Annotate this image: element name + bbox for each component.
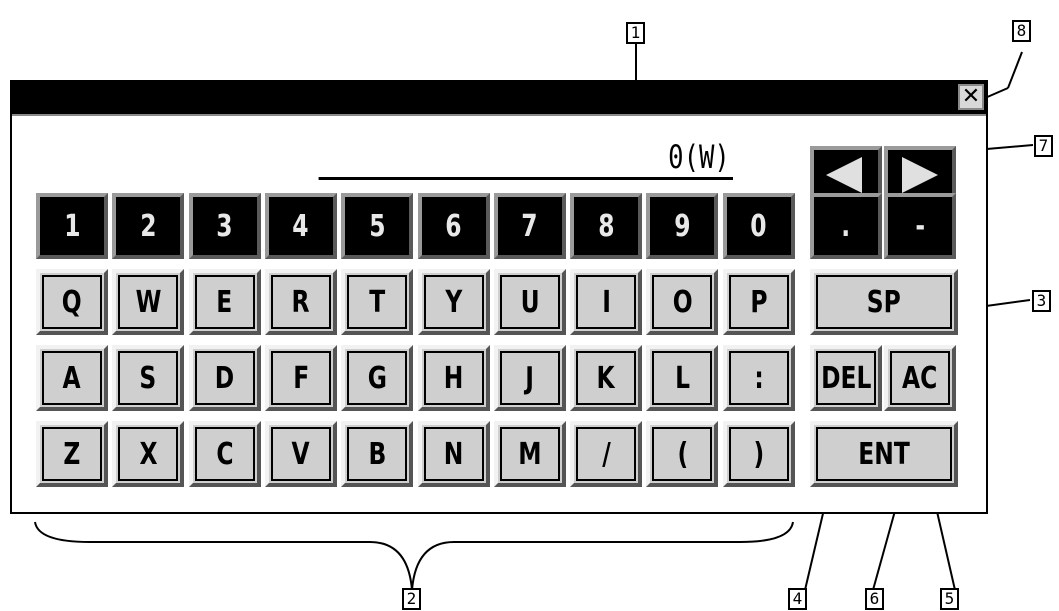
key-row-z-8[interactable]: /	[570, 421, 643, 487]
key-row-q-4[interactable]: R	[264, 269, 337, 335]
callout-4: 4	[788, 588, 807, 610]
key-row-a-1[interactable]: A	[36, 345, 108, 411]
key-row-a-7[interactable]: J	[493, 345, 566, 411]
title-bar: ✕	[12, 82, 986, 116]
key-row-q-2[interactable]: W	[112, 269, 185, 335]
key-row-z-6[interactable]: N	[417, 421, 490, 487]
callout-5: 5	[940, 588, 959, 610]
key-row-z-4[interactable]: V	[264, 421, 337, 487]
key-row-a-8[interactable]: K	[570, 345, 643, 411]
key-row-q-6[interactable]: Y	[417, 269, 490, 335]
keyboard-window: ✕ 0(W) 1234567890 . - QWERTYUIOP SP ASDF…	[10, 80, 988, 514]
key-number-2[interactable]: 2	[112, 193, 185, 259]
callout-7: 7	[1034, 135, 1053, 157]
key-row-z-1[interactable]: Z	[36, 421, 108, 487]
key-minus[interactable]: -	[884, 193, 956, 259]
callout-8: 8	[1012, 20, 1031, 42]
close-button[interactable]: ✕	[958, 84, 984, 110]
close-icon: ✕	[961, 84, 981, 109]
key-number-1[interactable]: 1	[36, 193, 108, 259]
key-row-q-5[interactable]: T	[341, 269, 414, 335]
input-display: 0(W)	[318, 132, 733, 180]
key-row-q-10[interactable]: P	[722, 269, 795, 335]
key-row-a-10[interactable]: :	[722, 345, 795, 411]
key-row-q-7[interactable]: U	[493, 269, 566, 335]
key-number-8[interactable]: 8	[570, 193, 643, 259]
callout-6: 6	[865, 588, 884, 610]
key-row-z-9[interactable]: (	[646, 421, 719, 487]
key-number-4[interactable]: 4	[264, 193, 337, 259]
key-number-3[interactable]: 3	[188, 193, 261, 259]
callout-3: 3	[1032, 290, 1051, 312]
space-button[interactable]: SP	[810, 269, 958, 335]
key-row-z-7[interactable]: M	[493, 421, 566, 487]
key-row-a-6[interactable]: H	[417, 345, 490, 411]
enter-button[interactable]: ENT	[810, 421, 958, 487]
key-row-a-9[interactable]: L	[646, 345, 719, 411]
key-row-a-5[interactable]: G	[341, 345, 414, 411]
key-row-q-3[interactable]: E	[188, 269, 261, 335]
key-row-z-10[interactable]: )	[722, 421, 795, 487]
key-dot[interactable]: .	[810, 193, 882, 259]
key-row-q-9[interactable]: O	[646, 269, 719, 335]
key-row-a-2[interactable]: S	[112, 345, 185, 411]
key-row-q-8[interactable]: I	[570, 269, 643, 335]
key-row-q-1[interactable]: Q	[36, 269, 108, 335]
key-number-7[interactable]: 7	[493, 193, 566, 259]
callout-1: 1	[626, 22, 645, 44]
key-row-z-5[interactable]: B	[341, 421, 414, 487]
key-number-9[interactable]: 9	[646, 193, 719, 259]
key-row-z-2[interactable]: X	[112, 421, 185, 487]
key-row-a-3[interactable]: D	[188, 345, 261, 411]
callout-2: 2	[402, 588, 421, 610]
all-clear-button[interactable]: AC	[884, 345, 956, 411]
key-number-10[interactable]: 0	[722, 193, 795, 259]
key-row-z-3[interactable]: C	[188, 421, 261, 487]
key-number-5[interactable]: 5	[341, 193, 414, 259]
key-row-a-4[interactable]: F	[264, 345, 337, 411]
annotated-keyboard-figure: ✕ 0(W) 1234567890 . - QWERTYUIOP SP ASDF…	[0, 0, 1059, 611]
delete-button[interactable]: DEL	[810, 345, 882, 411]
key-number-6[interactable]: 6	[417, 193, 490, 259]
